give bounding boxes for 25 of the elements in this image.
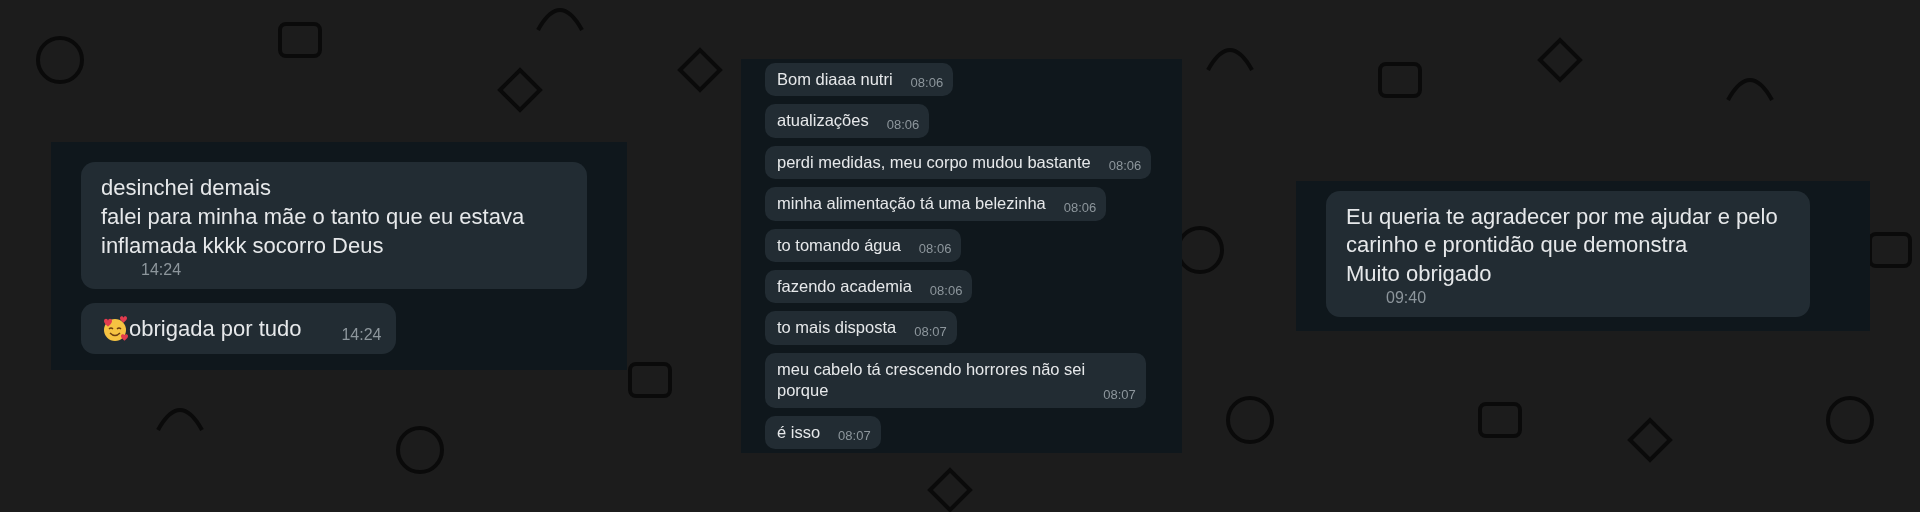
message-time: 14:24 <box>341 324 382 345</box>
message-text: Eu queria te agradecer por me ajudar e pelo carinho e prontidão que demonstra Muito obrigado <box>1346 202 1778 288</box>
message-text: desinchei demais falei para minha mãe o tanto que eu estava inflamada kkkk socorro Deus <box>101 174 525 260</box>
message-text: atualizações <box>777 110 869 132</box>
message-text: minha alimentação tá uma belezinha <box>777 193 1046 215</box>
smiling-hearts-emoji-icon <box>101 315 129 344</box>
message-time: 08:06 <box>1063 199 1097 217</box>
message-time: 08:06 <box>1108 158 1142 176</box>
message-time: 08:07 <box>1103 386 1136 404</box>
message-time: 14:24 <box>141 260 182 281</box>
message-time: 08:07 <box>838 428 871 446</box>
message-text: to mais disposta <box>777 317 897 339</box>
message-text: to tomando água <box>777 234 901 256</box>
message-text: obrigada por tudo <box>129 315 302 343</box>
message-time: 08:06 <box>918 241 952 258</box>
message-time: 09:40 <box>1386 288 1427 309</box>
message-time: 08:07 <box>914 324 947 341</box>
message-time: 08:06 <box>886 116 920 134</box>
message-text: é isso <box>777 421 821 443</box>
message-time: 08:06 <box>910 75 944 93</box>
message-text: fazendo academia <box>777 276 912 297</box>
message-time: 08:06 <box>929 282 963 300</box>
message-text: Bom diaaa nutri <box>777 68 893 90</box>
message-text: meu cabelo tá crescendo horrores não sei porque <box>777 358 1086 402</box>
message-text: perdi medidas, meu corpo mudou bastante <box>777 151 1091 173</box>
